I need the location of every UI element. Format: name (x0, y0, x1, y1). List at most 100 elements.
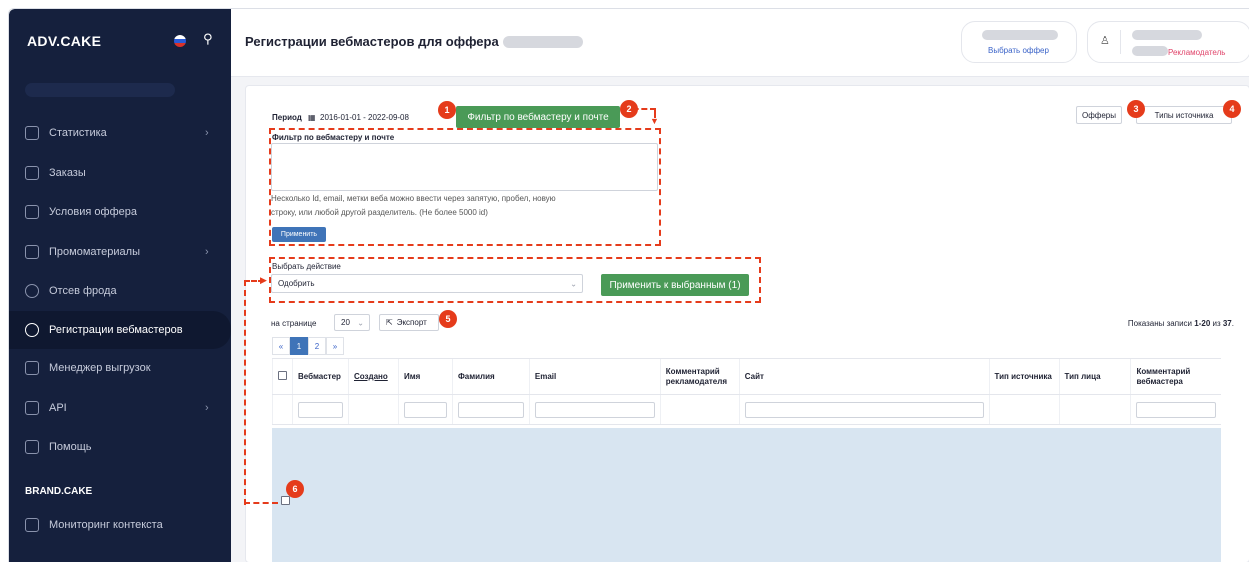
monitor-icon (25, 518, 39, 532)
row-checkbox[interactable] (281, 496, 290, 505)
language-flag-icon[interactable] (174, 35, 186, 47)
content-card: Период ▦ 2016-01-01 - 2022-09-08 Фильтр … (244, 85, 1249, 562)
source-types-button[interactable]: Типы источника (1136, 106, 1232, 124)
blurred-account (25, 83, 175, 97)
user-menu[interactable]: ♙ Рекламодатель (1087, 21, 1249, 63)
records-suffix: . (1231, 319, 1234, 328)
column-header[interactable]: Фамилия (451, 358, 530, 395)
export-icon: ⇱ (386, 318, 393, 327)
sidebar-item-label: Регистрации вебмастеров (49, 324, 183, 336)
pager-page-2[interactable]: 2 (308, 337, 326, 355)
cart-icon (25, 166, 39, 180)
header: Регистрации вебмастеров для оффера Выбра… (231, 9, 1249, 77)
filter-by-webmaster-button[interactable]: Фильтр по вебмастеру и почте (456, 106, 620, 128)
column-header[interactable]: Комментарий вебмастера (1130, 358, 1221, 395)
logo: ADV.CAKE (27, 33, 102, 49)
column-header[interactable]: Тип лица (1058, 358, 1131, 395)
sidebar-item-help[interactable]: Помощь (9, 428, 231, 466)
records-summary: Показаны записи 1-20 из 37. (1128, 319, 1234, 328)
per-page-select[interactable]: 20 ⌄ (334, 314, 370, 331)
offers-button[interactable]: Офферы (1076, 106, 1122, 124)
offer-selector[interactable]: Выбрать оффер (961, 21, 1077, 63)
filter-cell (1058, 394, 1131, 425)
annotation-filter-panel-frame (269, 128, 661, 246)
pager-first[interactable]: « (272, 337, 290, 355)
records-total: 37 (1222, 319, 1232, 328)
filter-cell (988, 394, 1060, 425)
blurred-user-name (1132, 30, 1202, 40)
shield-icon (25, 284, 39, 298)
sidebar-item-orders[interactable]: Заказы (9, 154, 231, 192)
filter-cell (451, 394, 530, 425)
sidebar-item-promo[interactable]: Промоматериалы › (9, 233, 231, 271)
annotation-arrow-line (244, 502, 278, 504)
export-dropdown[interactable]: ⇱ Экспорт (379, 314, 439, 331)
blurred-offer-name (503, 36, 583, 48)
divider (1120, 30, 1121, 54)
help-icon (25, 440, 39, 454)
column-header[interactable]: Тип источника (988, 358, 1060, 395)
document-icon (25, 205, 39, 219)
sidebar-item-label: Мониторинг контекста (49, 519, 163, 531)
annotation-arrow-line (244, 280, 246, 505)
gift-icon (25, 245, 39, 259)
sidebar-item-export-manager[interactable]: Менеджер выгрузок (9, 349, 231, 387)
download-icon (25, 361, 39, 375)
pager-page-1[interactable]: 1 (290, 337, 308, 355)
sidebar-item-webmaster-registrations[interactable]: Регистрации вебмастеров (9, 311, 231, 349)
blurred-user-id (1132, 46, 1168, 56)
table-filter-row (272, 394, 1221, 425)
user-role: Рекламодатель (1168, 48, 1226, 57)
sidebar-item-context-monitoring[interactable]: Мониторинг контекста (9, 506, 231, 544)
column-header[interactable]: Сайт (738, 358, 990, 395)
filter-cell (528, 394, 661, 425)
choose-offer-link[interactable]: Выбрать оффер (988, 46, 1049, 55)
sidebar-item-label: Менеджер выгрузок (49, 362, 151, 374)
surname-filter-input[interactable] (457, 401, 524, 418)
registrations-table: Вебмастер Создано Имя Фамилия Email Комм… (272, 358, 1221, 425)
column-header[interactable]: Комментарий рекламодателя (659, 358, 740, 395)
webmaster-comment-filter-input[interactable] (1136, 401, 1216, 418)
chevron-right-icon: › (205, 246, 209, 258)
name-filter-input[interactable] (403, 401, 447, 418)
period-value[interactable]: 2016-01-01 - 2022-09-08 (320, 113, 409, 122)
column-header[interactable]: Имя (397, 358, 453, 395)
sidebar-item-label: API (49, 402, 67, 414)
column-header-sorted[interactable]: Создано (347, 358, 399, 395)
period-label: Период (272, 113, 302, 122)
sidebar-item-statistics[interactable]: Статистика › (9, 114, 231, 152)
pager-next[interactable]: » (326, 337, 344, 355)
filter-cell (397, 394, 453, 425)
sidebar-item-offer-terms[interactable]: Условия оффера (9, 193, 231, 231)
select-all-checkbox[interactable] (278, 370, 287, 380)
records-of: из (1210, 319, 1223, 328)
table-header-row: Вебмастер Создано Имя Фамилия Email Комм… (272, 358, 1221, 395)
column-header[interactable]: Email (528, 358, 661, 395)
sidebar-item-label: Промоматериалы (49, 246, 140, 258)
column-header[interactable]: Вебмастер (292, 358, 349, 395)
webmaster-filter-input[interactable] (298, 401, 343, 418)
annotation-action-frame (269, 257, 761, 303)
annotation-badge: 6 (286, 480, 304, 498)
arrow-right-icon: ▶ (260, 275, 267, 285)
chevron-down-icon: ⌄ (357, 318, 364, 327)
pin-icon[interactable]: ⚲ (203, 31, 213, 47)
chart-icon (25, 126, 39, 140)
annotation-badge: 5 (439, 310, 457, 328)
sidebar-item-fraud[interactable]: Отсев фрода (9, 272, 231, 310)
filter-cell (1130, 394, 1221, 425)
page-title: Регистрации вебмастеров для оффера (245, 34, 499, 49)
chevron-right-icon: › (205, 402, 209, 414)
blurred-offer (982, 30, 1058, 40)
sidebar-item-label: Статистика (49, 127, 107, 139)
filter-cell (347, 394, 399, 425)
email-filter-input[interactable] (534, 401, 655, 418)
sidebar-item-label: Отсев фрода (49, 285, 117, 297)
site-filter-input[interactable] (744, 401, 984, 418)
api-icon (25, 401, 39, 415)
annotation-badge: 3 (1127, 100, 1145, 118)
sidebar-item-label: Условия оффера (49, 206, 137, 218)
calendar-icon[interactable]: ▦ (308, 113, 316, 122)
sidebar-item-api[interactable]: API › (9, 389, 231, 427)
arrow-down-icon: ▼ (650, 116, 659, 126)
